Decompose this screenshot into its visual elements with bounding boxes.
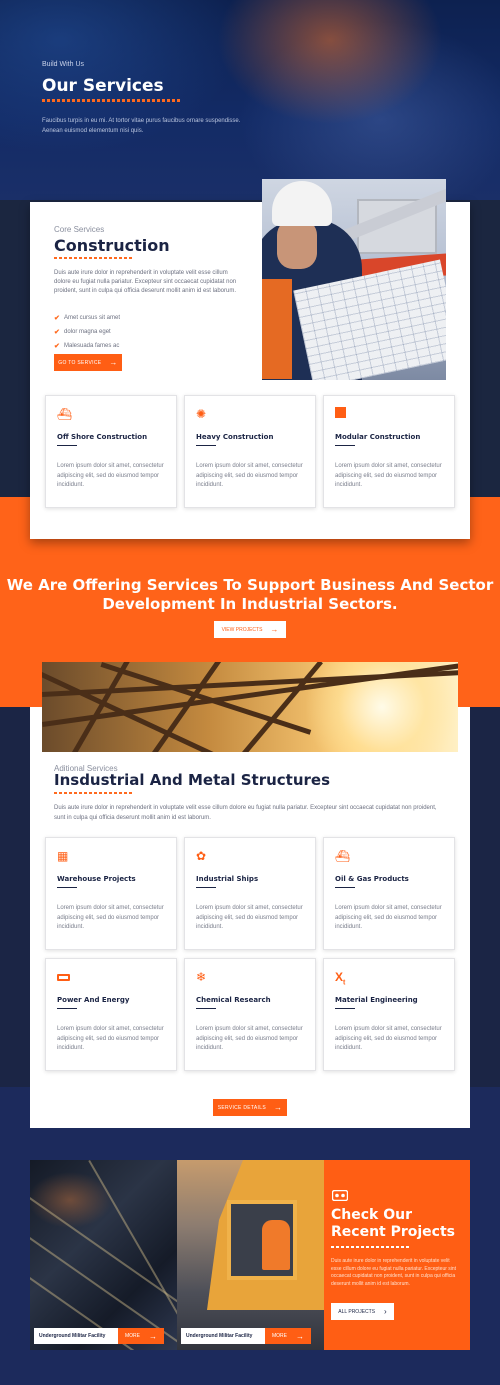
- cta-description: Duis aute irure dolor in reprehenderit i…: [331, 1258, 457, 1287]
- core-title: Construction: [54, 236, 170, 255]
- tile-text: Lorem ipsum dolor sit amet, consectetur …: [196, 1026, 303, 1051]
- banner-title: We Are Offering Services To Support Busi…: [6, 576, 494, 613]
- tile-text: Lorem ipsum dolor sit amet, consectetur …: [335, 1026, 442, 1051]
- grid-icon: ▦: [57, 849, 69, 863]
- tile-title: Power And Energy: [57, 996, 130, 1004]
- tile-text: Lorem ipsum dolor sit amet, consectetur …: [335, 463, 442, 488]
- project-label: Underground Militar Facility MORE →: [181, 1328, 311, 1344]
- square-icon: [335, 407, 351, 421]
- check-icon: ✔: [54, 329, 60, 336]
- snowflake-icon: ❄: [196, 970, 207, 984]
- view-projects-button[interactable]: VIEW PROJECTS →: [214, 621, 286, 638]
- arrow-right-icon: →: [270, 625, 279, 634]
- more-button[interactable]: MORE →: [265, 1328, 311, 1344]
- tile-title: Oil & Gas Products: [335, 875, 409, 883]
- core-kicker: Core Services: [54, 225, 105, 234]
- additional-title: Insdustrial And Metal Structures: [54, 771, 331, 789]
- check-icon: ✔: [54, 343, 60, 350]
- arrow-right-icon: →: [296, 1331, 304, 1341]
- projects-section: Underground Militar Facility MORE → Under…: [30, 1160, 470, 1350]
- service-tile[interactable]: Modular Construction Lorem ipsum dolor s…: [323, 395, 455, 508]
- service-tile[interactable]: ❄ Chemical Research Lorem ipsum dolor si…: [184, 958, 316, 1071]
- service-tile[interactable]: ✿ Industrial Ships Lorem ipsum dolor sit…: [184, 837, 316, 950]
- all-projects-button[interactable]: ALL PROJECTS ›: [331, 1303, 394, 1320]
- hero-kicker: Build With Us: [42, 61, 85, 68]
- tile-title: Warehouse Projects: [57, 875, 136, 883]
- hero-section: Build With Us Our Services Faucibus turp…: [0, 0, 500, 200]
- vr-headset-icon: [331, 1189, 349, 1204]
- projects-cta: Check Our Recent Projects Duis aute irur…: [324, 1160, 470, 1350]
- tile-title: Modular Construction: [335, 433, 421, 441]
- tile-title: Industrial Ships: [196, 875, 259, 883]
- tile-title: Material Engineering: [335, 996, 418, 1004]
- battery-icon: [57, 970, 73, 984]
- list-item: ✔ Amet cursus sit amet: [54, 315, 121, 322]
- title-underline: [42, 99, 182, 102]
- element-icon: Xt: [335, 970, 346, 987]
- list-item: ✔ Malesuada fames ac: [54, 343, 120, 350]
- arrow-right-icon: →: [149, 1331, 157, 1341]
- cta-title: Check Our Recent Projects: [331, 1207, 456, 1240]
- gear-icon: ✺: [196, 407, 207, 421]
- list-item: ✔ dolor magna eget: [54, 329, 111, 336]
- tile-text: Lorem ipsum dolor sit amet, consectetur …: [335, 905, 442, 930]
- service-tile[interactable]: ⛴ Off Shore Construction Lorem ipsum dol…: [45, 395, 177, 508]
- check-icon: ✔: [54, 315, 60, 322]
- page-title: Our Services: [42, 76, 164, 96]
- service-details-button[interactable]: SERVICE DETAILS →: [213, 1099, 287, 1116]
- service-tile[interactable]: ⛴ Oil & Gas Products Lorem ipsum dolor s…: [323, 837, 455, 950]
- arrow-right-icon: →: [109, 358, 118, 367]
- tile-title: Chemical Research: [196, 996, 271, 1004]
- tile-text: Lorem ipsum dolor sit amet, consectetur …: [57, 463, 164, 488]
- service-tile[interactable]: ▦ Warehouse Projects Lorem ipsum dolor s…: [45, 837, 177, 950]
- go-to-service-button[interactable]: GO TO SERVICE →: [54, 354, 122, 371]
- oil-ship-icon: ⛴: [335, 849, 351, 863]
- project-card[interactable]: Underground Militar Facility MORE →: [177, 1160, 324, 1350]
- service-tile[interactable]: ✺ Heavy Construction Lorem ipsum dolor s…: [184, 395, 316, 508]
- tile-text: Lorem ipsum dolor sit amet, consectetur …: [196, 905, 303, 930]
- core-feature-list: ✔ Amet cursus sit amet ✔ dolor magna eget …: [54, 311, 120, 353]
- tile-title: Off Shore Construction: [57, 433, 148, 441]
- page: Build With Us Our Services Faucibus turp…: [0, 0, 500, 1385]
- cta-underline: [331, 1246, 409, 1248]
- steel-structure-photo: [42, 662, 458, 752]
- tile-text: Lorem ipsum dolor sit amet, consectetur …: [57, 905, 164, 930]
- service-tile[interactable]: Xt Material Engineering Lorem ipsum dolo…: [323, 958, 455, 1071]
- core-underline: [54, 257, 132, 259]
- tile-title: Heavy Construction: [196, 433, 274, 441]
- arrow-right-icon: →: [273, 1103, 283, 1112]
- engineer-photo: [262, 179, 446, 380]
- chevron-right-icon: ›: [384, 1307, 387, 1316]
- tile-text: Lorem ipsum dolor sit amet, consectetur …: [57, 1026, 164, 1051]
- project-title: Underground Militar Facility: [34, 1328, 118, 1344]
- project-label: Underground Militar Facility MORE →: [34, 1328, 164, 1344]
- project-title: Underground Militar Facility: [181, 1328, 265, 1344]
- project-card[interactable]: Underground Militar Facility MORE →: [30, 1160, 177, 1350]
- core-description: Duis aute irure dolor in reprehenderit i…: [54, 270, 237, 294]
- ship-icon: ⛴: [57, 407, 73, 421]
- more-button[interactable]: MORE →: [118, 1328, 164, 1344]
- puzzle-icon: ✿: [196, 849, 207, 863]
- tile-text: Lorem ipsum dolor sit amet, consectetur …: [196, 463, 303, 488]
- hero-description: Faucibus turpis in eu mi. At tortor vita…: [42, 118, 241, 134]
- additional-description: Duis aute irure dolor in reprehenderit i…: [54, 805, 437, 821]
- additional-underline: [54, 792, 132, 794]
- service-tile[interactable]: Power And Energy Lorem ipsum dolor sit a…: [45, 958, 177, 1071]
